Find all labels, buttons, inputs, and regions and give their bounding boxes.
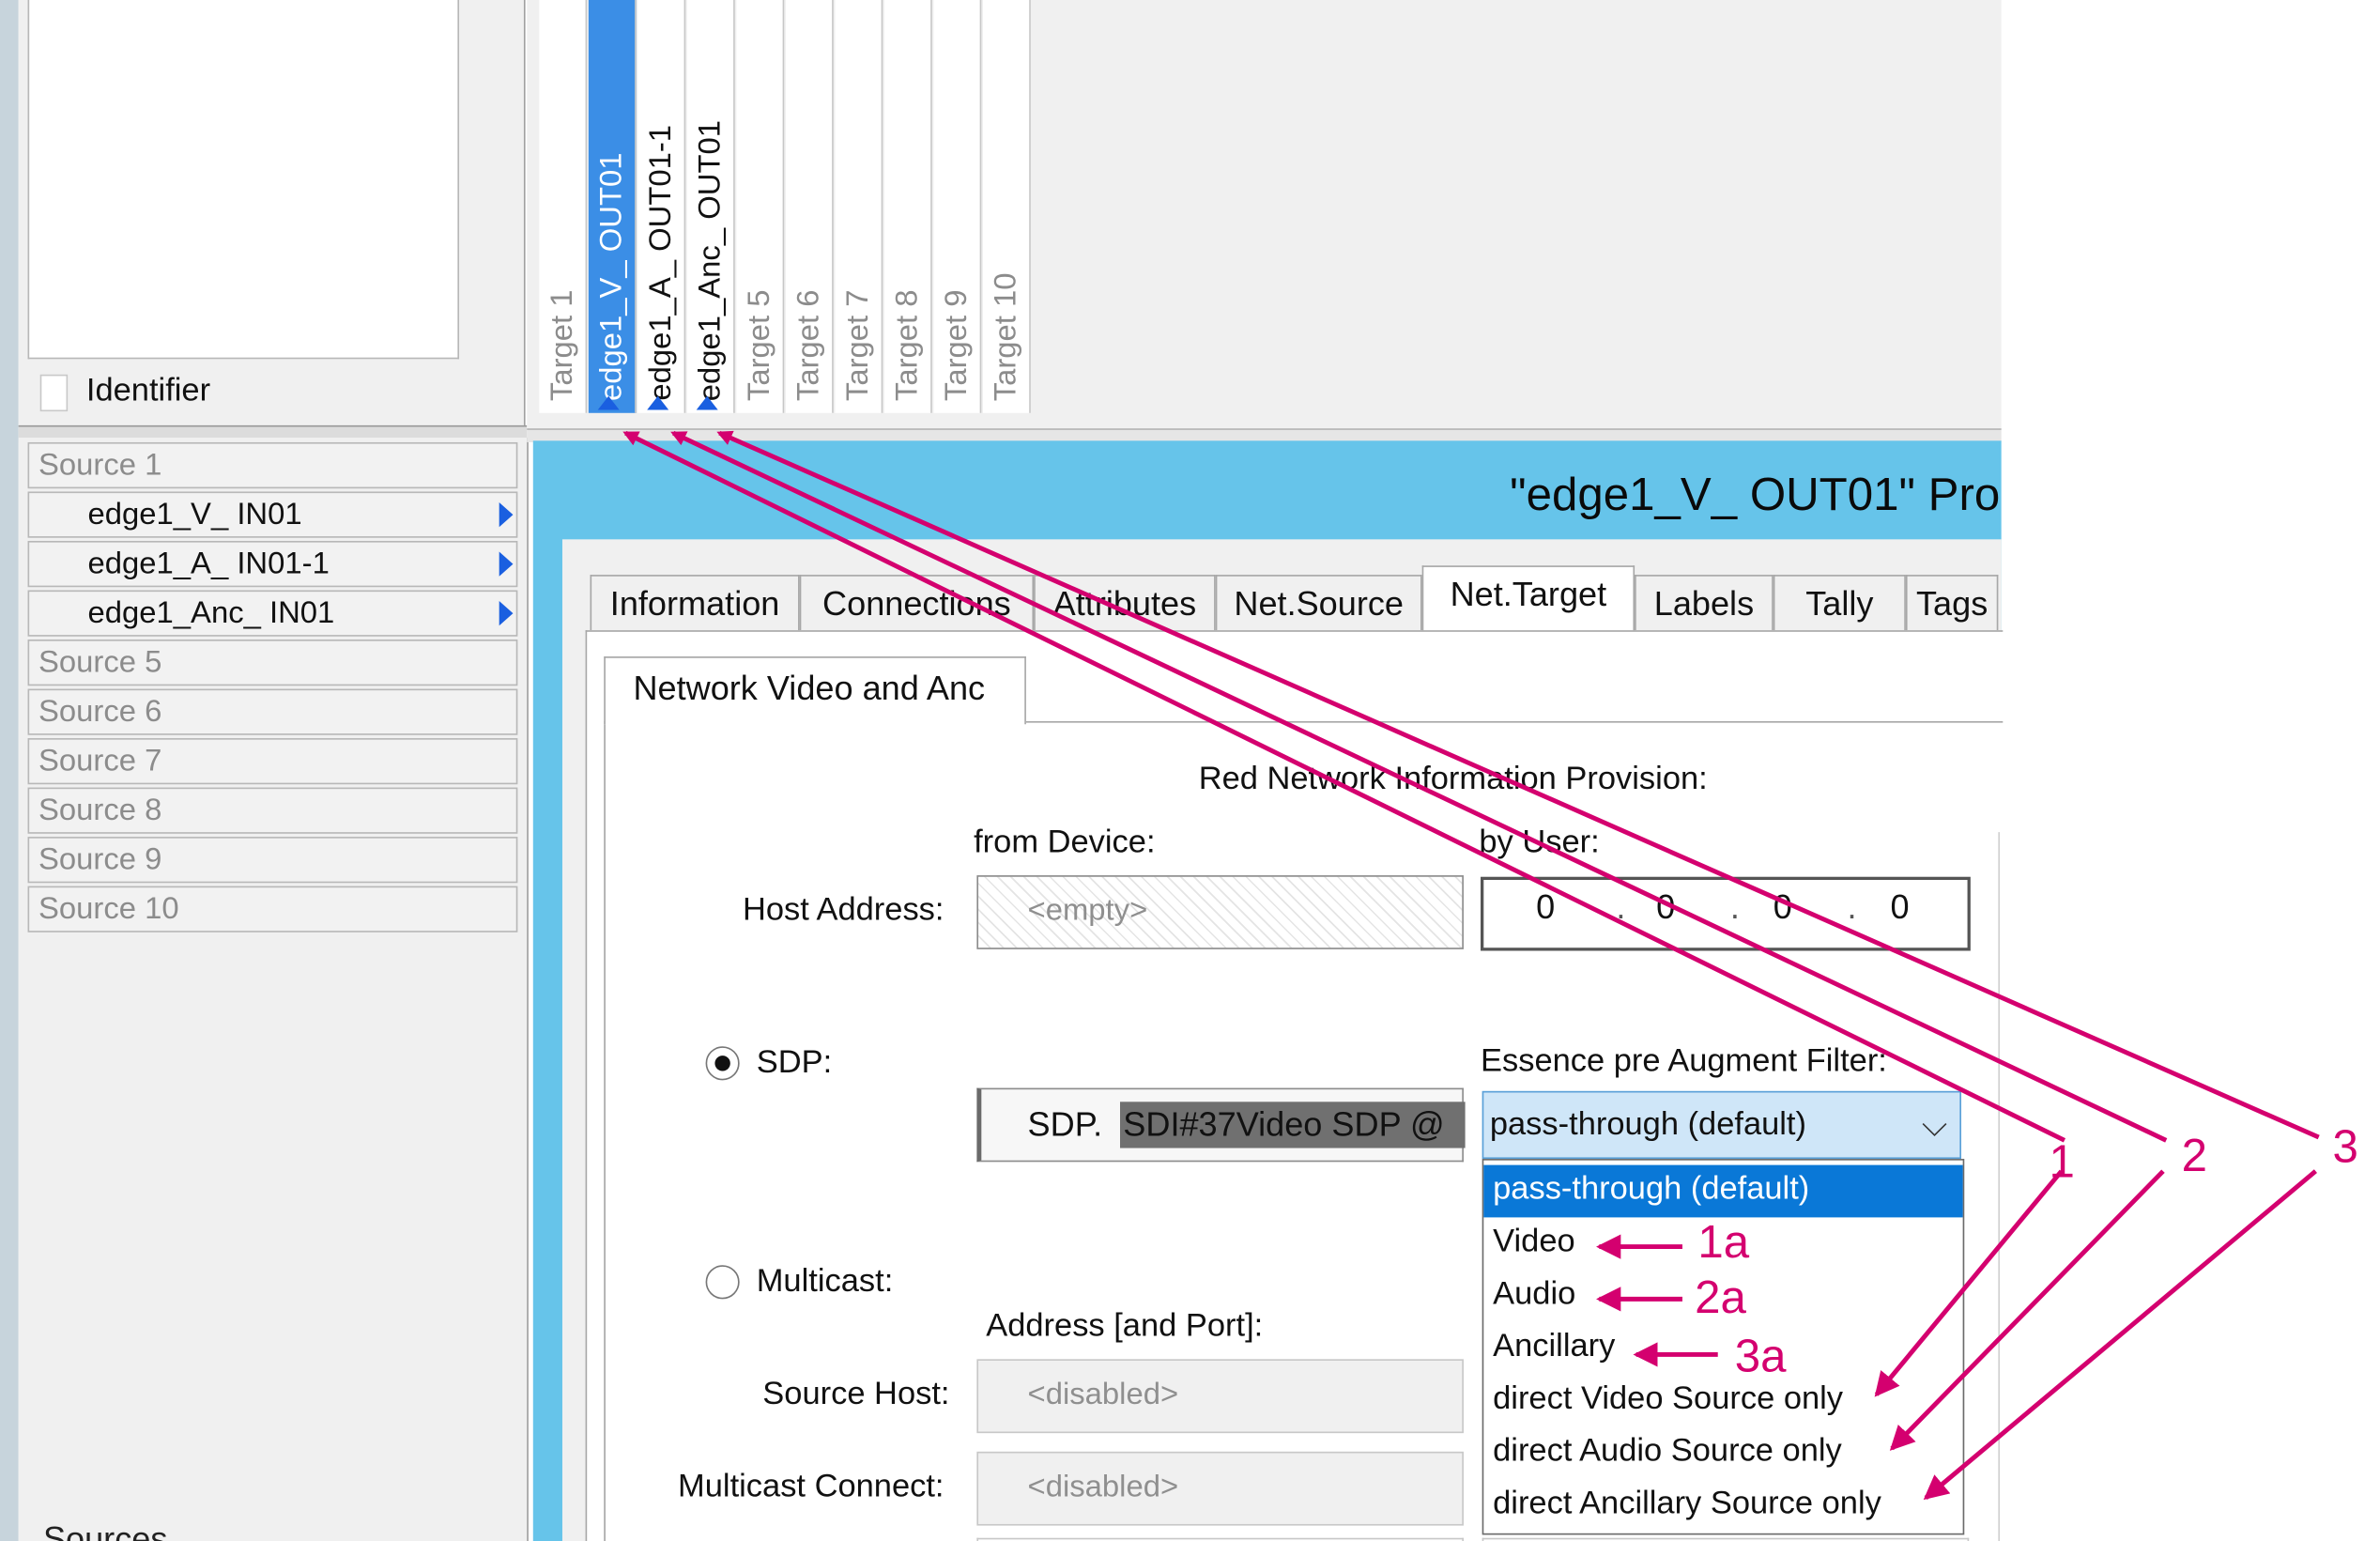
annotation-1a: 1a [1697,1217,1750,1269]
annotation-1: 1 [2049,1137,2075,1189]
callout-line-3 [716,430,2320,1140]
callout-line-2 [670,430,2168,1143]
annotation-3a: 3a [1734,1331,1787,1382]
callout-arrow-3 [1923,1169,2318,1501]
annotation-3: 3 [2332,1121,2358,1173]
annotation-2a: 2a [1695,1272,1746,1324]
callout-arrow-1 [1874,1169,2064,1397]
annotation-overlay [622,430,2320,1501]
callout-line-1 [622,430,2066,1143]
annotation-2: 2 [2181,1131,2208,1182]
